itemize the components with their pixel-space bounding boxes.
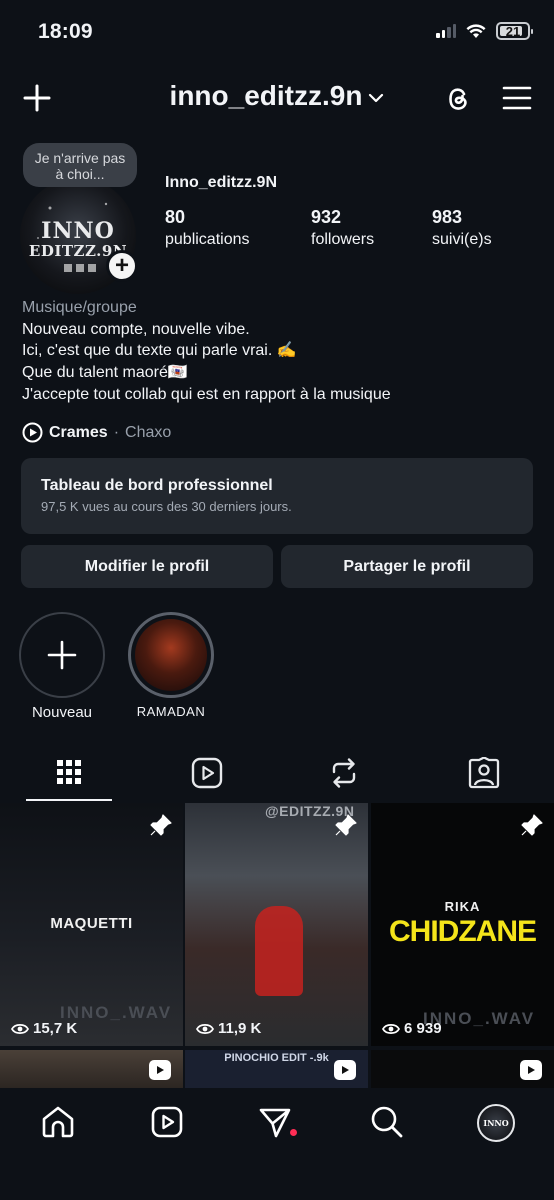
username-title: inno_editzz.9n bbox=[169, 80, 363, 111]
profile-music[interactable]: Crames · Chaxo bbox=[22, 422, 171, 443]
grid-post[interactable]: PINOCHIO EDIT -.9k bbox=[185, 1050, 368, 1088]
tagged-tab-icon[interactable] bbox=[468, 757, 500, 789]
stat-label: followers bbox=[311, 231, 375, 248]
active-tab-indicator bbox=[26, 799, 112, 801]
post-caption-large: CHIDZANE bbox=[389, 915, 537, 948]
highlight-ramadan-cover bbox=[135, 619, 207, 691]
home-icon[interactable] bbox=[41, 1106, 75, 1138]
stat-publications[interactable]: 80 publications bbox=[165, 207, 250, 249]
send-direct-icon[interactable] bbox=[258, 1105, 292, 1139]
stat-value: 983 bbox=[432, 207, 463, 227]
stat-value: 932 bbox=[311, 207, 342, 227]
wifi-icon bbox=[466, 23, 486, 38]
search-icon[interactable] bbox=[370, 1105, 404, 1139]
bio-line: Nouveau compte, nouvelle vibe. bbox=[22, 320, 250, 338]
grid-tab-icon[interactable] bbox=[56, 759, 82, 785]
reels-tab-icon[interactable] bbox=[191, 757, 223, 789]
music-separator: · bbox=[113, 423, 120, 441]
post-views: 11,9 K bbox=[196, 1020, 261, 1037]
post-image-figure bbox=[255, 906, 303, 996]
music-artist: Chaxo bbox=[125, 423, 172, 441]
dashboard-subtitle: 97,5 K vues au cours des 30 derniers jou… bbox=[41, 499, 292, 514]
post-views: 15,7 K bbox=[11, 1020, 77, 1037]
plus-icon bbox=[47, 640, 77, 670]
play-circle-icon bbox=[22, 422, 43, 443]
menu-hamburger-icon[interactable] bbox=[502, 84, 532, 112]
edit-profile-button[interactable]: Modifier le profil bbox=[21, 545, 273, 588]
professional-dashboard-card[interactable]: Tableau de bord professionnel 97,5 K vue… bbox=[21, 458, 533, 534]
bio-line: Que du talent maoré🇾🇹 bbox=[22, 364, 188, 382]
grid-post[interactable] bbox=[371, 1050, 554, 1088]
stat-followers[interactable]: 932 followers bbox=[311, 207, 374, 249]
music-song: Crames bbox=[49, 423, 108, 441]
highlight-label: RAMADAN bbox=[136, 704, 206, 719]
grid-post[interactable] bbox=[0, 1050, 183, 1088]
stat-label: publications bbox=[165, 231, 250, 248]
battery-level: 21 bbox=[505, 23, 521, 39]
pin-icon bbox=[335, 814, 357, 836]
notification-dot bbox=[290, 1129, 297, 1136]
post-views: 6 939 bbox=[382, 1020, 442, 1037]
bio-category[interactable]: Musique/groupe bbox=[22, 297, 391, 319]
chevron-down-icon bbox=[369, 93, 384, 102]
nav-avatar-text: INNO bbox=[483, 1118, 509, 1128]
profile-note-bubble[interactable]: Je n'arrive pas à choi... bbox=[23, 143, 137, 187]
bio-line: Ici, c'est que du texte qui parle vrai. … bbox=[22, 342, 297, 360]
post-view-count: 15,7 K bbox=[33, 1020, 78, 1037]
eye-icon bbox=[196, 1023, 214, 1034]
share-profile-button[interactable]: Partager le profil bbox=[281, 545, 533, 588]
display-name: Inno_editzz.9N bbox=[165, 174, 278, 191]
cellular-signal-icon bbox=[436, 24, 456, 38]
grid-post[interactable]: @EDITZZ.9N 11,9 K bbox=[185, 803, 368, 1046]
eye-icon bbox=[11, 1023, 29, 1034]
reposts-tab-icon[interactable] bbox=[328, 756, 360, 790]
eye-icon bbox=[382, 1023, 400, 1034]
reels-nav-icon[interactable] bbox=[151, 1106, 183, 1138]
stat-value: 80 bbox=[165, 207, 186, 227]
bio: Musique/groupe Nouveau compte, nouvelle … bbox=[22, 297, 391, 406]
dashboard-title: Tableau de bord professionnel bbox=[41, 477, 273, 494]
grid-post[interactable]: MAQUETTI INNO_.WAV 15,7 K bbox=[0, 803, 183, 1046]
pin-icon bbox=[150, 814, 172, 836]
post-view-count: 11,9 K bbox=[218, 1020, 262, 1037]
post-caption: MAQUETTI bbox=[50, 915, 133, 932]
reel-badge-icon bbox=[334, 1060, 356, 1080]
reel-badge-icon bbox=[520, 1060, 542, 1080]
highlight-label: Nouveau bbox=[31, 704, 93, 721]
bio-line: J'accepte tout collab qui est en rapport… bbox=[22, 385, 391, 403]
stat-label: suivi(e)s bbox=[432, 231, 492, 248]
pin-icon bbox=[521, 814, 543, 836]
battery-icon: 21 bbox=[496, 22, 533, 40]
grid-post[interactable]: RIKA CHIDZANE INNO_.WAV 6 939 bbox=[371, 803, 554, 1046]
reel-badge-icon bbox=[149, 1060, 171, 1080]
stat-following[interactable]: 983 suivi(e)s bbox=[432, 207, 492, 249]
status-indicators: 21 bbox=[436, 22, 533, 40]
highlight-ramadan[interactable] bbox=[128, 612, 214, 698]
status-time: 18:09 bbox=[38, 20, 93, 43]
add-story-plus-icon[interactable]: + bbox=[106, 250, 138, 282]
highlight-new[interactable] bbox=[19, 612, 105, 698]
profile-nav-avatar[interactable]: INNO bbox=[477, 1104, 515, 1142]
post-caption: RIKA bbox=[444, 899, 481, 914]
threads-icon[interactable] bbox=[442, 83, 474, 115]
post-view-count: 6 939 bbox=[404, 1020, 442, 1037]
